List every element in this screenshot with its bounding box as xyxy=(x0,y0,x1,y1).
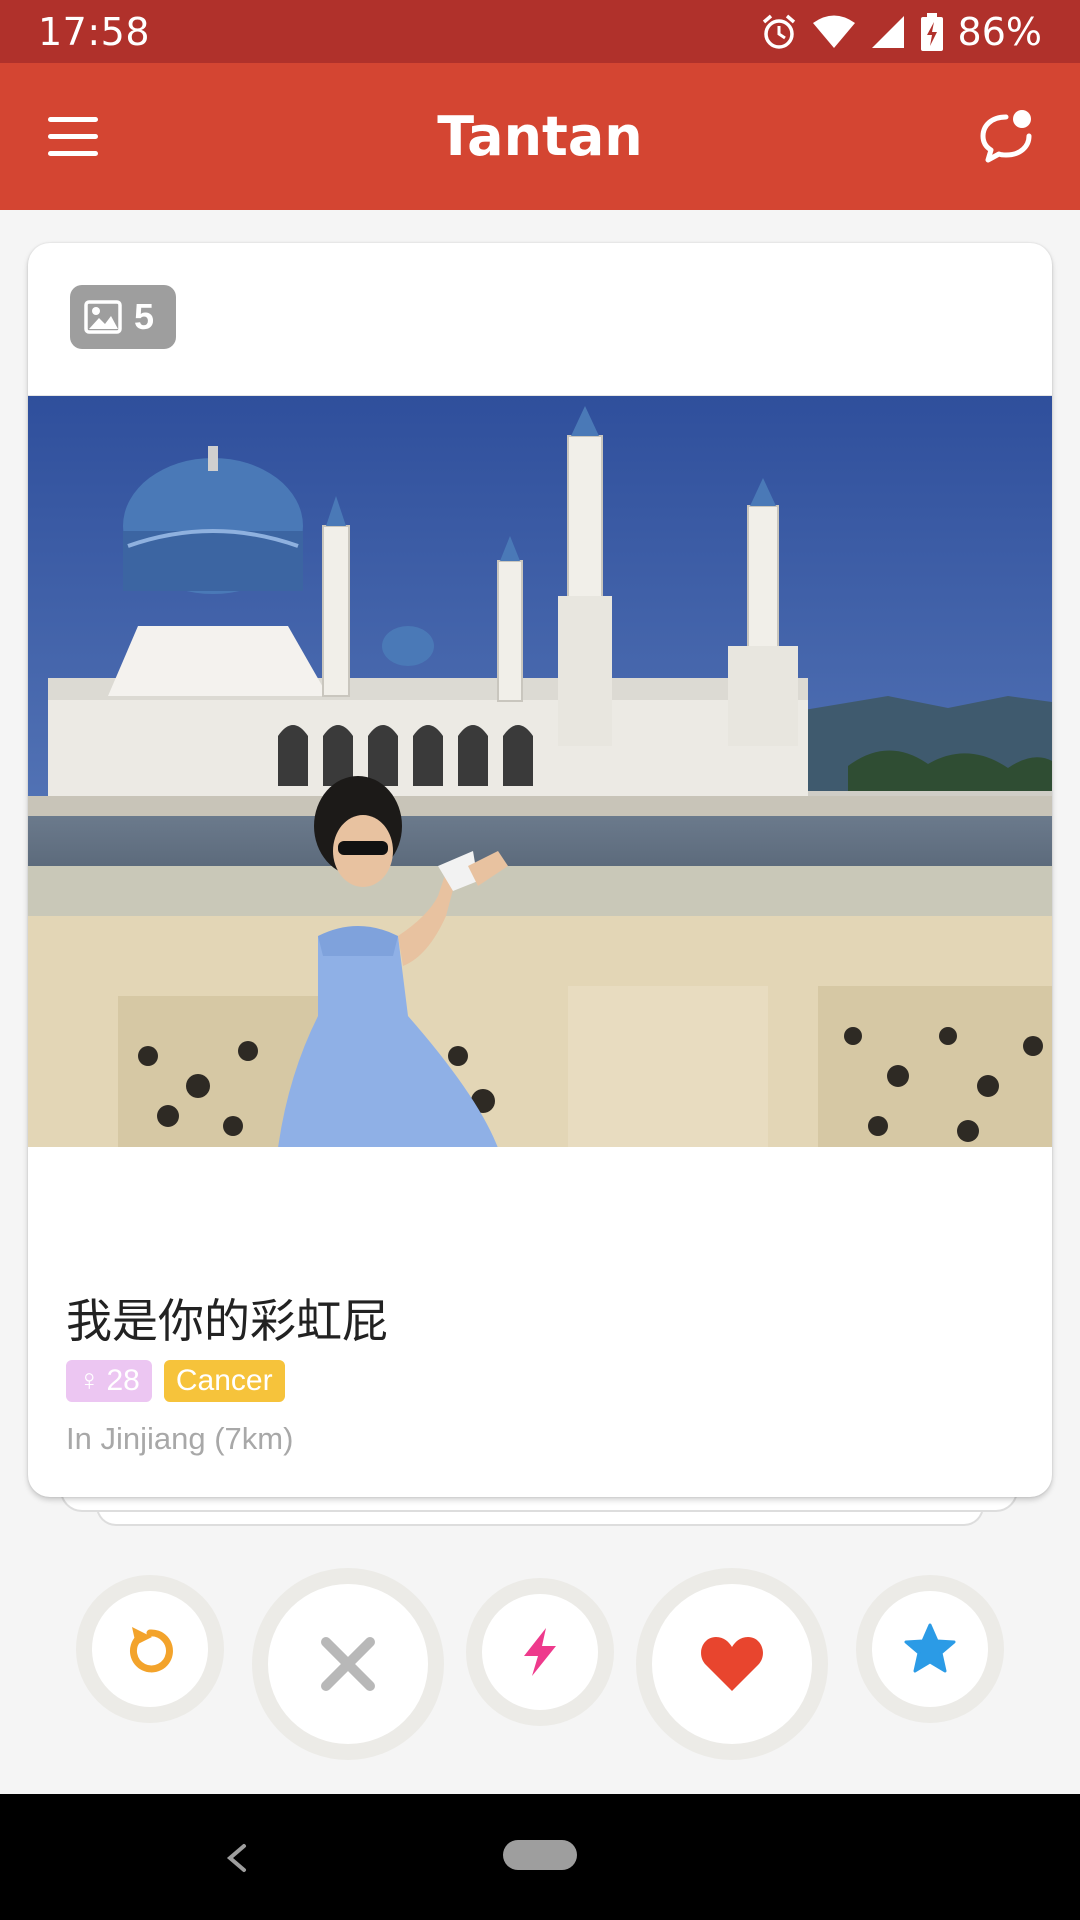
messages-button[interactable] xyxy=(976,107,1036,167)
photo-count: 5 xyxy=(134,296,155,337)
profile-photo[interactable] xyxy=(28,395,1052,1147)
alarm-icon xyxy=(762,14,795,49)
status-icons: 86% xyxy=(760,10,1042,54)
home-button[interactable] xyxy=(503,1840,577,1870)
image-icon xyxy=(84,300,122,334)
profile-tags: ♀ 28 Cancer xyxy=(66,1360,285,1402)
profile-card[interactable]: 5 我是你的彩虹屁 ♀ 28 Cancer In Jinjiang (7km) xyxy=(28,243,1052,1497)
status-bar: 17:58 86% xyxy=(0,0,1080,63)
profile-name: 我是你的彩虹屁 xyxy=(66,1294,388,1348)
age-value: 28 xyxy=(106,1364,140,1397)
action-bar xyxy=(0,1565,1080,1765)
like-button[interactable] xyxy=(636,1568,828,1760)
nope-button[interactable] xyxy=(252,1568,444,1760)
battery-icon xyxy=(920,13,943,51)
zodiac-tag: Cancer xyxy=(163,1360,285,1402)
wifi-icon xyxy=(812,15,855,48)
undo-icon xyxy=(129,1627,173,1673)
profile-location: In Jinjiang (7km) xyxy=(66,1421,294,1456)
heart-icon xyxy=(701,1637,763,1691)
star-icon xyxy=(904,1623,956,1673)
signal-icon xyxy=(871,16,904,48)
app-bar: Tantan xyxy=(0,63,1080,210)
undo-button[interactable] xyxy=(76,1575,224,1723)
system-nav-bar xyxy=(0,1794,1080,1920)
chat-bubble-icon xyxy=(980,110,1032,163)
boost-button[interactable] xyxy=(466,1578,614,1726)
super-like-button[interactable] xyxy=(856,1575,1004,1723)
lightning-icon xyxy=(524,1628,556,1676)
profile-photo-image xyxy=(28,396,1052,1147)
age-tag: ♀ 28 xyxy=(66,1360,152,1402)
app-title: Tantan xyxy=(437,105,643,168)
status-time: 17:58 xyxy=(38,10,151,54)
battery-percent: 86% xyxy=(957,10,1042,54)
female-icon: ♀ xyxy=(78,1364,101,1397)
photo-count-badge: 5 xyxy=(70,285,176,349)
back-icon[interactable] xyxy=(216,1828,256,1888)
close-icon xyxy=(321,1637,375,1691)
